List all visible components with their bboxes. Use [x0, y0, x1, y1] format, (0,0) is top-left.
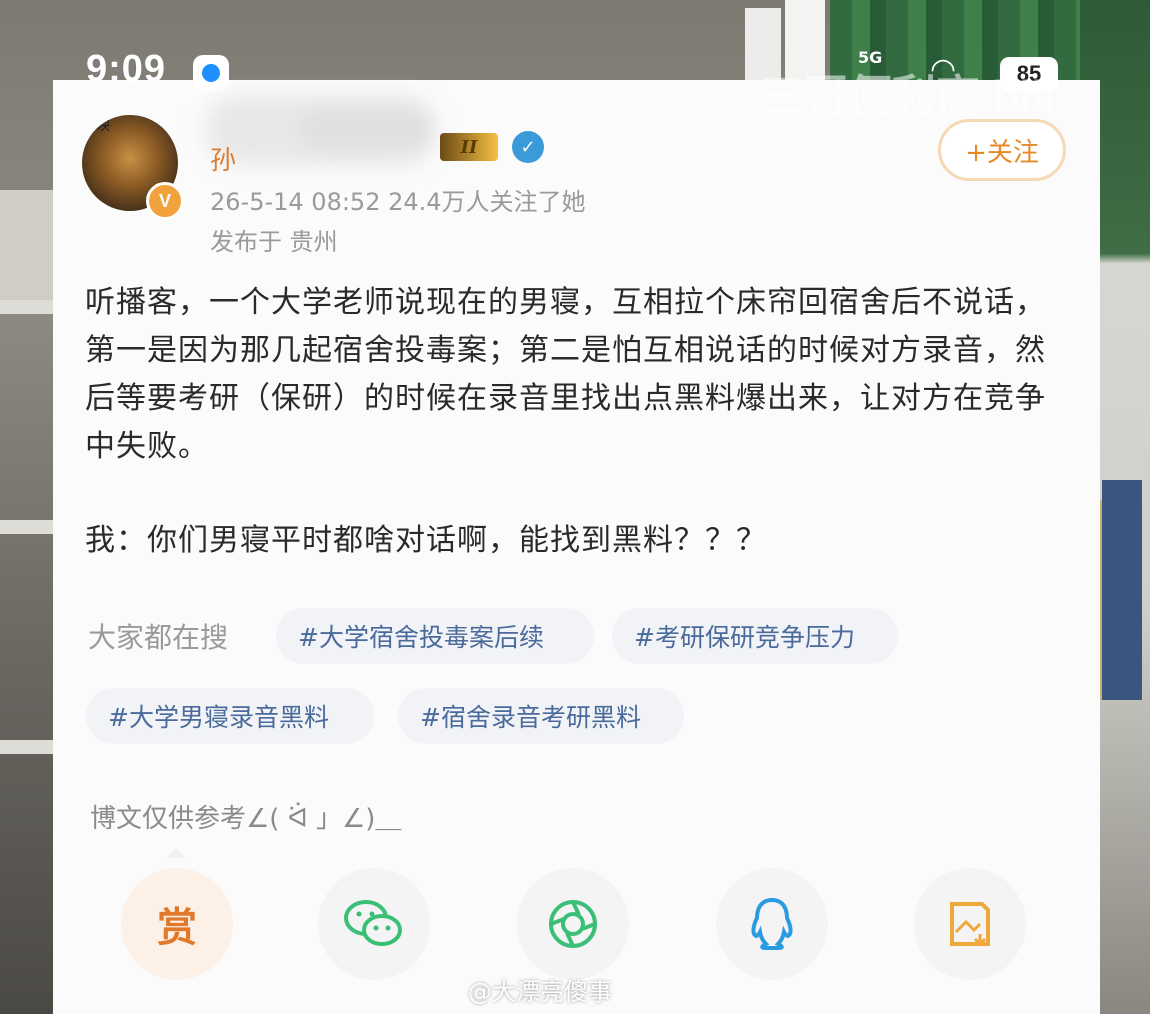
verified-icon: ✓ — [512, 131, 544, 163]
app-notification-icon — [193, 55, 229, 91]
avatar-caption: 嘉映 — [82, 118, 110, 134]
tooltip-pointer — [166, 848, 186, 858]
follow-button[interactable]: +关注 — [938, 119, 1066, 181]
share-qq-button[interactable] — [716, 868, 828, 980]
username-fragment: 孙 — [210, 146, 237, 176]
hashtag-chip[interactable]: #大学宿舍投毒案后续 — [276, 608, 594, 664]
post-time-followers: 26-5-14 08:52 24.4万人关注了她 — [210, 188, 586, 216]
hashtag-chip[interactable]: #宿舍录音考研黑料 — [398, 688, 684, 744]
share-wechat-button[interactable] — [318, 868, 430, 980]
reward-icon: 赏 — [157, 905, 197, 951]
hashtag-chip[interactable]: #大学男寝录音黑料 — [86, 688, 374, 744]
save-image-button[interactable] — [914, 868, 1026, 980]
moments-icon — [549, 900, 597, 948]
post-body: 听播客，一个大学老师说现在的男寝，互相拉个床帘回宿舍后不说话，第一是因为那几起宿… — [85, 279, 1050, 565]
weibo-watermark: @大漂亮傻事 — [468, 978, 612, 1006]
hashtag-chip[interactable]: #考研保研竞争压力 — [612, 608, 898, 664]
verified-v-icon: V — [146, 182, 184, 220]
status-time: 9:09 — [86, 48, 167, 90]
save-image-icon — [950, 902, 990, 947]
username-redaction-overlay — [300, 110, 430, 150]
reward-button[interactable]: 赏 — [121, 868, 233, 980]
share-moments-button[interactable] — [517, 868, 629, 980]
level-badge: II — [440, 133, 498, 161]
post-location: 发布于 贵州 — [210, 228, 338, 256]
post-paragraph: 听播客，一个大学老师说现在的男寝，互相拉个床帘回宿舍后不说话，第一是因为那几起宿… — [85, 285, 1046, 464]
wechat-icon — [344, 900, 402, 946]
qq-icon — [751, 897, 793, 950]
post-disclaimer: 博文仅供参考∠( ᐛ 」∠)＿ — [90, 804, 402, 834]
post-paragraph: 我：你们男寝平时都啥对话啊，能找到黑料？？？ — [85, 523, 767, 558]
video-watermark: 三哥便利商 bili — [760, 72, 1056, 121]
trending-search-label: 大家都在搜 — [88, 621, 229, 654]
